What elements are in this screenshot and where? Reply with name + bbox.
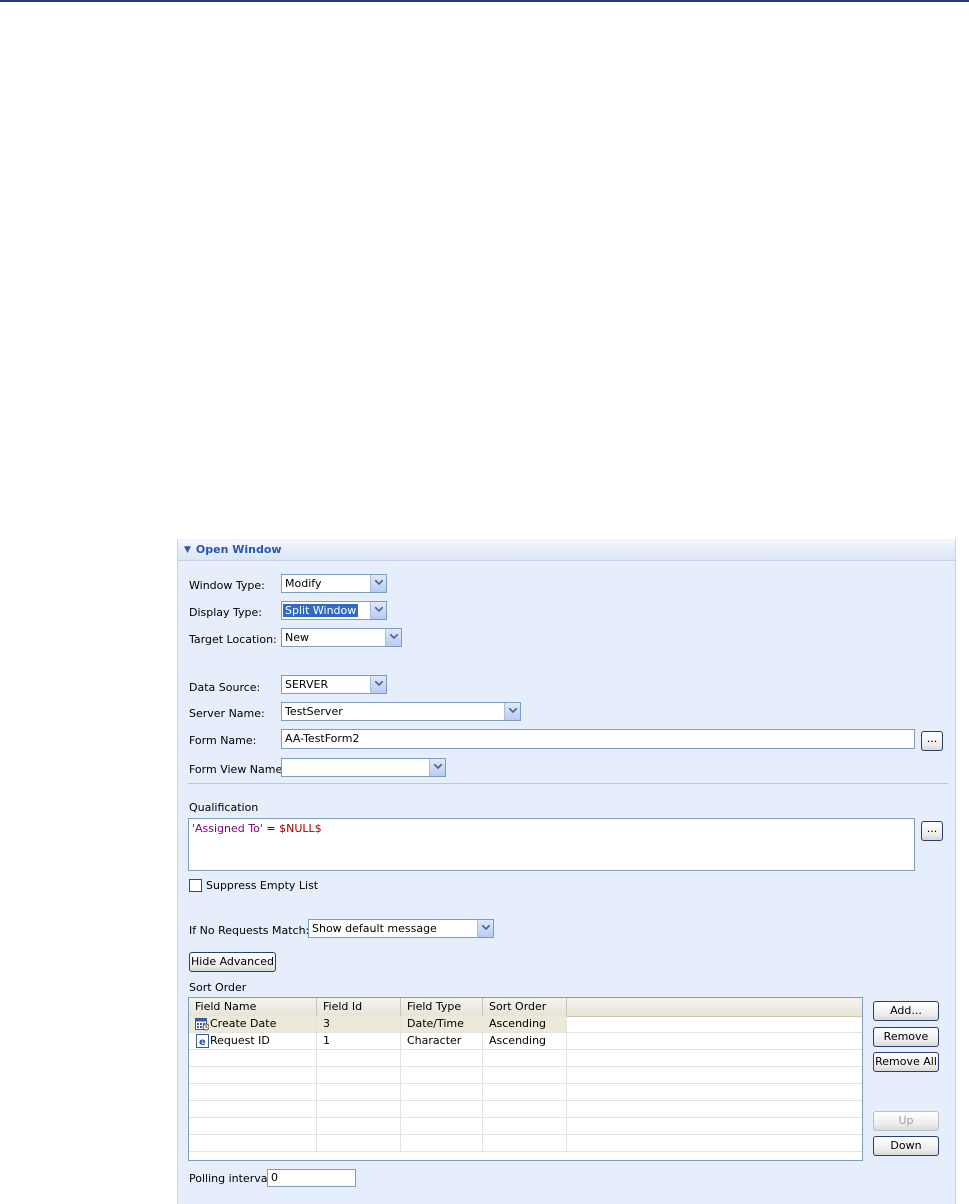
display-type-select[interactable]: Split Window [281, 601, 387, 620]
chevron-down-icon[interactable] [370, 602, 386, 619]
form-name-input[interactable]: AA-TestForm2 [281, 729, 915, 749]
server-name-value: TestServer [285, 705, 343, 718]
polling-interval-input[interactable]: 0 [267, 1169, 356, 1187]
form-name-browse-button[interactable]: ... [921, 731, 943, 751]
sort-order-cell: Ascending [489, 1017, 547, 1030]
sort-order-table-header: Field Name Field Id Field Type Sort Orde… [189, 998, 862, 1017]
svg-text:e: e [199, 1037, 206, 1048]
no-requests-match-label: If No Requests Match: [189, 924, 310, 937]
chevron-down-icon[interactable] [370, 676, 386, 693]
field-type-cell: Character [407, 1034, 462, 1047]
section-divider [188, 783, 948, 784]
field-id-cell: 3 [323, 1017, 330, 1030]
panel-header[interactable]: ▼ Open Window [178, 539, 955, 561]
sort-order-table[interactable]: Field Name Field Id Field Type Sort Orde… [188, 997, 863, 1161]
no-requests-match-value: Show default message [312, 922, 437, 935]
qualification-label: Qualification [189, 801, 259, 814]
sort-order-label: Sort Order [189, 981, 247, 994]
table-row[interactable]: e Request ID 1 Character Ascending [189, 1033, 862, 1050]
panel-title: Open Window [195, 543, 282, 556]
field-id-cell: 1 [323, 1034, 330, 1047]
chevron-down-icon[interactable] [504, 703, 520, 720]
chevron-down-icon[interactable] [385, 629, 401, 646]
empty-table-row [189, 1050, 862, 1067]
qualification-expression: 'Assigned To' = $NULL$ [192, 822, 322, 835]
move-up-button[interactable]: Up [873, 1111, 939, 1131]
display-type-value: Split Window [283, 604, 359, 617]
qualification-field-string: 'Assigned To' [192, 822, 263, 835]
data-source-select[interactable]: SERVER [281, 675, 387, 694]
empty-table-row [189, 1118, 862, 1135]
qualification-textarea[interactable]: 'Assigned To' = $NULL$ [188, 818, 915, 871]
display-type-label: Display Type: [189, 606, 263, 619]
window-type-label: Window Type: [189, 579, 265, 592]
qualification-keyword: $NULL$ [279, 822, 322, 835]
chevron-down-icon[interactable] [477, 920, 493, 937]
move-down-button[interactable]: Down [873, 1136, 939, 1156]
target-location-select[interactable]: New [281, 628, 402, 647]
open-window-panel: ▼ Open Window Window Type: Modify Displa… [177, 539, 956, 1204]
sort-order-cell: Ascending [489, 1034, 547, 1047]
table-row[interactable]: Create Date 3 Date/Time Ascending [189, 1016, 862, 1033]
target-location-label: Target Location: [189, 633, 277, 646]
window-type-select[interactable]: Modify [281, 574, 387, 593]
remove-button[interactable]: Remove [873, 1027, 939, 1047]
server-name-select[interactable]: TestServer [281, 702, 521, 721]
collapse-triangle-icon[interactable]: ▼ [184, 545, 191, 555]
hide-advanced-button[interactable]: Hide Advanced [189, 952, 276, 972]
data-source-value: SERVER [285, 678, 329, 691]
field-name-cell: Request ID [210, 1034, 270, 1047]
form-view-name-select[interactable] [281, 758, 446, 777]
server-name-label: Server Name: [189, 707, 265, 720]
top-border-line [0, 0, 969, 2]
form-name-label: Form Name: [189, 734, 257, 747]
empty-table-row [189, 1101, 862, 1118]
column-header-field-id[interactable]: Field Id [317, 998, 401, 1016]
field-name-cell: Create Date [210, 1017, 277, 1030]
window-type-value: Modify [285, 577, 322, 590]
remove-all-button[interactable]: Remove All [873, 1052, 939, 1072]
empty-table-row [189, 1084, 862, 1101]
suppress-empty-list-checkbox[interactable] [189, 879, 202, 892]
polling-interval-value: 0 [271, 1171, 278, 1184]
form-name-value: AA-TestForm2 [285, 732, 360, 745]
column-header-sort-order[interactable]: Sort Order [483, 998, 567, 1016]
form-view-name-label: Form View Name: [189, 763, 286, 776]
polling-interval-label: Polling interval [189, 1172, 271, 1185]
field-type-cell: Date/Time [407, 1017, 464, 1030]
qualification-browse-button[interactable]: ... [921, 821, 943, 841]
target-location-value: New [285, 631, 309, 644]
suppress-empty-list-label: Suppress Empty List [206, 879, 319, 892]
chevron-down-icon[interactable] [429, 759, 445, 776]
add-button[interactable]: Add... [873, 1001, 939, 1021]
qualification-operator: = [262, 822, 280, 835]
empty-table-row [189, 1135, 862, 1152]
column-header-field-name[interactable]: Field Name [189, 998, 317, 1016]
no-requests-match-select[interactable]: Show default message [308, 919, 494, 938]
data-source-label: Data Source: [189, 681, 261, 694]
empty-table-row [189, 1067, 862, 1084]
chevron-down-icon[interactable] [370, 575, 386, 592]
column-header-field-type[interactable]: Field Type [401, 998, 483, 1016]
